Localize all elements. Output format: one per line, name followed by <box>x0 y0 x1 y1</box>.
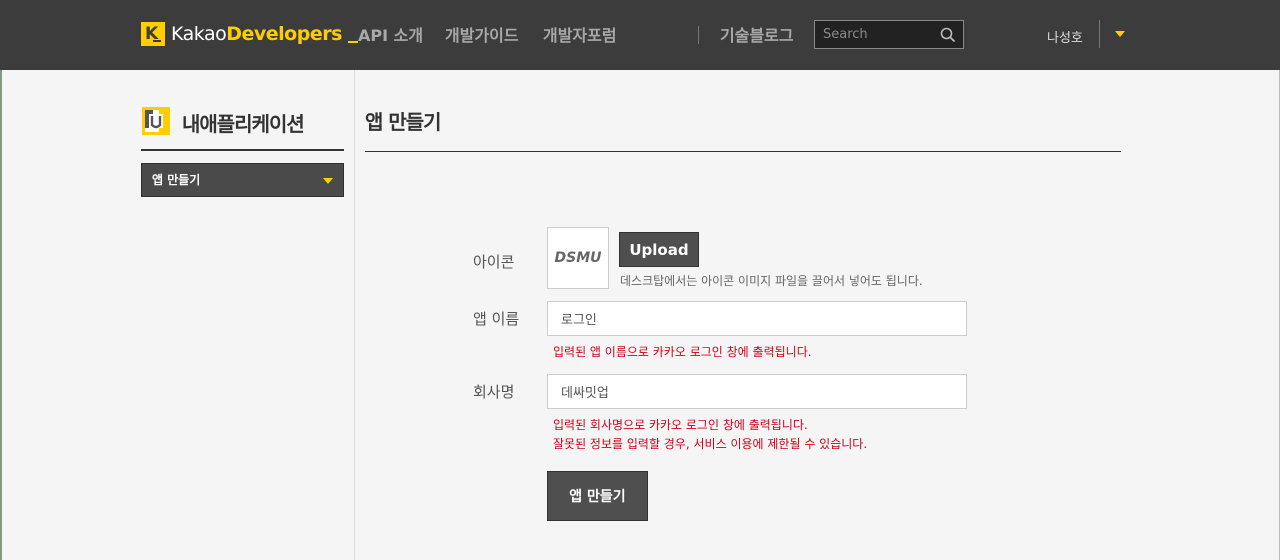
left-edge <box>0 70 2 560</box>
company-name-help: 입력된 회사명으로 카카오 로그인 창에 출력됩니다. <box>553 418 808 432</box>
app-select-value: 앱 만들기 <box>152 173 201 187</box>
nav-divider <box>698 26 699 44</box>
app-name-input[interactable] <box>547 301 967 336</box>
search-icon[interactable] <box>940 27 956 43</box>
company-name-input[interactable] <box>547 374 967 409</box>
logo-wordmark: KakaoDevelopers <box>171 23 358 45</box>
my-apps-icon <box>142 107 170 135</box>
user-name[interactable]: 나성호 <box>1047 27 1083 46</box>
search-box <box>814 20 964 49</box>
sidebar-divider <box>354 70 355 560</box>
company-name-warning: 잘못된 정보를 입력할 경우, 서비스 이용에 제한될 수 있습니다. <box>553 437 868 451</box>
logo-mark: K <box>141 22 165 46</box>
logo-kakao-text: Kakao <box>171 23 227 45</box>
user-menu-caret-icon[interactable] <box>1115 31 1125 37</box>
nav-tech-blog[interactable]: 기술블로그 <box>720 24 794 48</box>
user-divider <box>1099 20 1100 48</box>
app-select-dropdown[interactable]: 앱 만들기 <box>141 163 344 197</box>
top-navbar: K KakaoDevelopers API 소개 개발가이드 개발자포럼 기술블… <box>0 0 1280 70</box>
kakao-developers-logo[interactable]: K KakaoDevelopers <box>141 22 358 46</box>
logo-developers-text: Developers <box>226 23 342 45</box>
icon-upload-hint: 데스크탑에서는 아이콘 이미지 파일을 끌어서 넣어도 됩니다. <box>620 274 923 288</box>
app-name-label: 앱 이름 <box>473 310 520 328</box>
company-name-label: 회사명 <box>473 383 515 401</box>
nav-api-intro[interactable]: API 소개 <box>358 24 423 48</box>
title-divider <box>365 151 1121 152</box>
icon-label: 아이콘 <box>473 253 515 271</box>
sidebar-header: 내애플리케이션 <box>141 104 344 151</box>
search-input[interactable] <box>815 21 935 48</box>
nav-dev-guide[interactable]: 개발가이드 <box>445 24 519 48</box>
chevron-down-icon <box>323 178 333 184</box>
app-icon-preview[interactable]: DSMU <box>547 227 609 289</box>
create-app-button[interactable]: 앱 만들기 <box>547 471 648 521</box>
app-icon-preview-text: DSMU <box>554 250 602 266</box>
sidebar-title: 내애플리케이션 <box>182 112 305 136</box>
upload-button[interactable]: Upload <box>619 232 699 267</box>
nav-dev-forum[interactable]: 개발자포럼 <box>543 24 617 48</box>
logo-cursor <box>347 41 358 43</box>
app-name-help: 입력된 앱 이름으로 카카오 로그인 창에 출력됩니다. <box>553 345 812 359</box>
page-title: 앱 만들기 <box>365 110 442 134</box>
